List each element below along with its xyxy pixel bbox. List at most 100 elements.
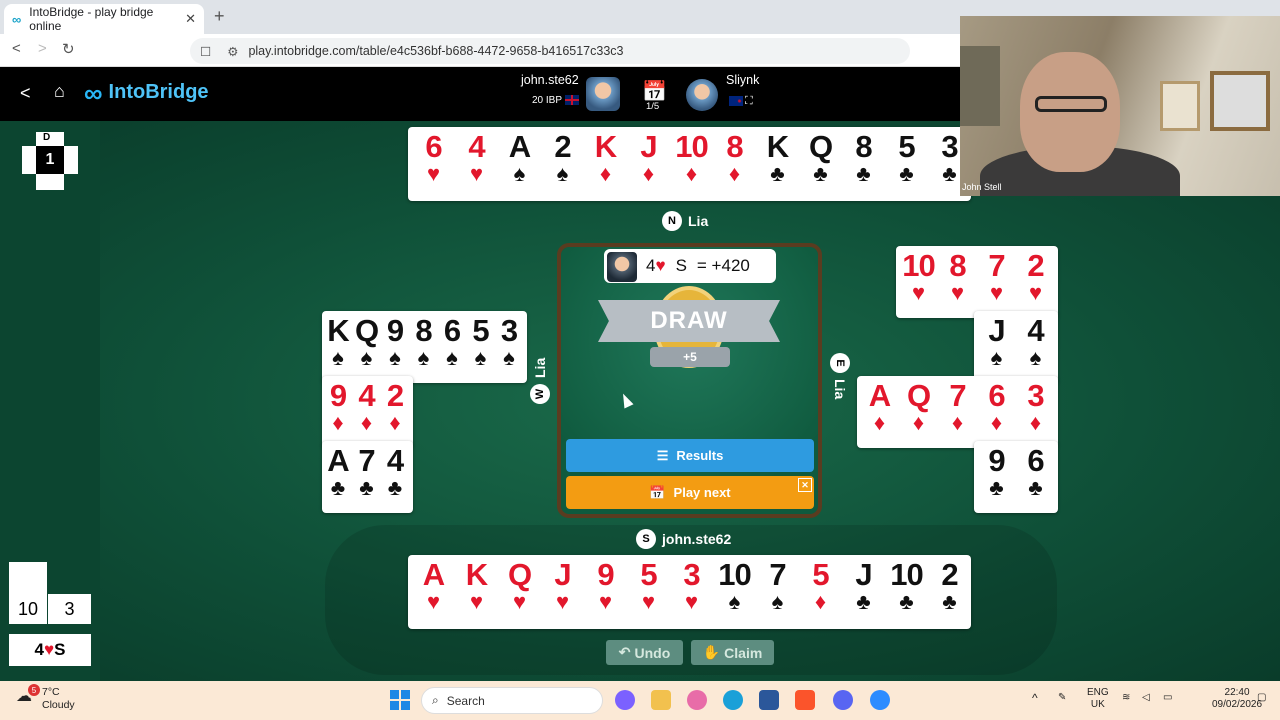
playing-card[interactable]: 8 ♠: [410, 315, 438, 387]
card-suit-icon: ♥: [512, 589, 527, 614]
copilot-icon[interactable]: [615, 690, 635, 710]
card-rank: Q: [354, 313, 379, 348]
playing-card[interactable]: 8 ♣: [842, 131, 885, 203]
contract-box-level: 4: [34, 640, 45, 659]
playing-card[interactable]: 4 ♥: [455, 131, 498, 203]
playing-card[interactable]: Q ♣: [799, 131, 842, 203]
forward-arrow-icon[interactable]: >: [38, 40, 47, 57]
undo-button[interactable]: ↶ Undo: [606, 640, 683, 665]
playing-card[interactable]: 5 ♠: [467, 315, 495, 387]
playing-card[interactable]: 2 ♠: [541, 131, 584, 203]
playing-card[interactable]: 3 ♥: [670, 559, 713, 631]
back-arrow-icon[interactable]: <: [12, 40, 21, 57]
store-icon[interactable]: [759, 690, 779, 710]
zoom-icon[interactable]: [870, 690, 890, 710]
playing-card[interactable]: 8 ♥: [938, 250, 977, 322]
card-suit-icon: ♥: [950, 280, 965, 305]
new-tab-icon[interactable]: +: [214, 6, 225, 27]
card-rank: 4: [468, 129, 485, 164]
east-seat-marker: E: [830, 353, 850, 373]
playing-card[interactable]: 10 ♦: [670, 131, 713, 203]
playing-card[interactable]: 9 ♣: [977, 445, 1016, 517]
battery-icon[interactable]: ▭: [1163, 692, 1172, 704]
east-player-name: Lia: [832, 379, 848, 400]
notifications-icon[interactable]: ▢: [1257, 692, 1266, 704]
results-button[interactable]: ☰ Results: [566, 439, 814, 472]
home-icon[interactable]: ⌂: [54, 81, 65, 102]
playing-card[interactable]: 10 ♥: [899, 250, 938, 322]
claim-hand-icon: ✋: [702, 644, 721, 660]
card-suit-icon: ♦: [728, 161, 741, 186]
brave-browser-icon[interactable]: [795, 690, 815, 710]
volume-icon[interactable]: ◁: [1142, 692, 1150, 704]
playing-card[interactable]: 8 ♦: [713, 131, 756, 203]
playing-card[interactable]: 3 ♠: [495, 315, 523, 387]
address-bar[interactable]: ☐ ⚙ play.intobridge.com/table/e4c536bf-b…: [190, 38, 910, 64]
playing-card[interactable]: 7 ♠: [756, 559, 799, 631]
discord-icon[interactable]: [833, 690, 853, 710]
playing-card[interactable]: K ♣: [756, 131, 799, 203]
playing-card[interactable]: Q ♦: [899, 380, 938, 452]
site-info-icon[interactable]: ⚙: [227, 44, 238, 59]
intobridge-logo[interactable]: ∞ IntoBridge: [84, 80, 209, 106]
playing-card[interactable]: 6 ♣: [1016, 445, 1055, 517]
player1-avatar[interactable]: [586, 77, 620, 111]
close-overlay-icon[interactable]: ✕: [798, 478, 812, 492]
playing-card[interactable]: J ♦: [627, 131, 670, 203]
playing-card[interactable]: 10 ♣: [885, 559, 928, 631]
close-tab-icon[interactable]: ✕: [185, 11, 196, 27]
playing-card[interactable]: Q ♥: [498, 559, 541, 631]
show-hidden-icons-icon[interactable]: ^: [1032, 692, 1038, 704]
back-icon[interactable]: <: [20, 83, 31, 104]
webcam-overlay: John Stell: [960, 16, 1280, 196]
playing-card[interactable]: K ♥: [455, 559, 498, 631]
playing-card[interactable]: J ♣: [842, 559, 885, 631]
pen-icon[interactable]: ✎: [1058, 692, 1066, 704]
wifi-icon[interactable]: ≋: [1122, 692, 1130, 704]
playing-card[interactable]: 9 ♥: [584, 559, 627, 631]
language-indicator[interactable]: ENG UK: [1087, 687, 1109, 711]
card-rank: 4: [386, 443, 404, 478]
clock[interactable]: 22:40 09/02/2026: [1212, 687, 1262, 711]
file-explorer-icon[interactable]: [651, 690, 671, 710]
player2-avatar[interactable]: [686, 79, 718, 111]
playing-card[interactable]: 10 ♠: [713, 559, 756, 631]
reload-icon[interactable]: ↻: [62, 40, 75, 58]
playing-card[interactable]: A ♥: [412, 559, 455, 631]
points-badge: +5: [650, 347, 730, 367]
contract-suit-icon: ♥: [655, 256, 666, 275]
playing-card[interactable]: J ♥: [541, 559, 584, 631]
playing-card[interactable]: 6 ♠: [438, 315, 466, 387]
card-rank: 9: [988, 443, 1005, 478]
west-hand: K ♠ Q ♠ 9 ♠ 8 ♠ 6 ♠ 5 ♠ 3 ♠ 9 ♦ 4 ♦ 2 ♦ A ♣ 7 ♣ 4 ♣: [322, 311, 527, 513]
card-suit-icon: ♣: [770, 161, 785, 186]
playing-card[interactable]: 5 ♣: [885, 131, 928, 203]
playing-card[interactable]: 5 ♦: [799, 559, 842, 631]
playing-card[interactable]: K ♦: [584, 131, 627, 203]
playing-card[interactable]: A ♣: [324, 445, 352, 517]
edge-icon[interactable]: [723, 690, 743, 710]
bookmark-icon[interactable]: ☐: [200, 44, 211, 59]
card-suit-icon: ♥: [555, 589, 570, 614]
taskbar-search[interactable]: ⌕ Search: [421, 687, 603, 714]
playing-card[interactable]: A ♠: [498, 131, 541, 203]
card-suit-icon: ♠: [1029, 345, 1042, 370]
card-rank: 2: [386, 378, 404, 413]
windows-start-icon[interactable]: [390, 690, 410, 710]
browser-tab[interactable]: ∞ IntoBridge - play bridge online ✕: [4, 4, 204, 34]
north-hand: 6 ♥ 4 ♥ A ♠ 2 ♠ K ♦ J ♦ 10 ♦ 8 ♦ K ♣ Q ♣ 8 ♣ 5 ♣ 3 ♣: [408, 127, 971, 201]
playing-card[interactable]: 7 ♣: [353, 445, 381, 517]
playing-card[interactable]: 5 ♥: [627, 559, 670, 631]
claim-button[interactable]: ✋ Claim: [691, 640, 774, 665]
photos-icon[interactable]: [687, 690, 707, 710]
playing-card[interactable]: A ♦: [860, 380, 899, 452]
declarer-seat: S: [675, 256, 687, 275]
weather-condition: Cloudy: [42, 699, 75, 711]
playing-card[interactable]: 4 ♣: [381, 445, 409, 517]
playing-card[interactable]: 7 ♦: [938, 380, 977, 452]
card-suit-icon: ♣: [359, 475, 374, 500]
playing-card[interactable]: 2 ♣: [928, 559, 971, 631]
card-rank: J: [855, 557, 872, 592]
playing-card[interactable]: 6 ♥: [412, 131, 455, 203]
play-next-button[interactable]: 📅 Play next ✕: [566, 476, 814, 509]
